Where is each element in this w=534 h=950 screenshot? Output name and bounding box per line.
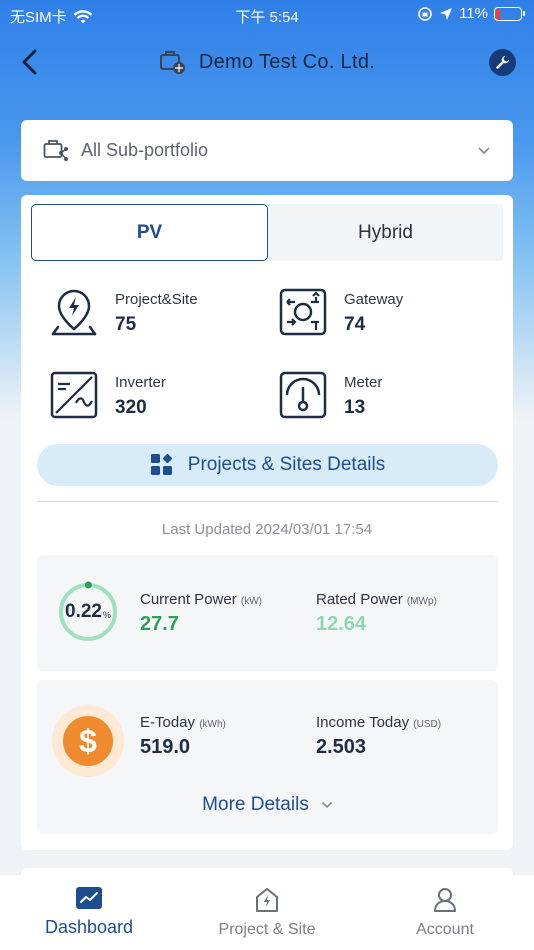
tab-hybrid[interactable]: Hybrid [268,204,503,261]
stat-project-site[interactable]: Project&Site 75 [49,287,198,337]
dashboard-icon [76,887,102,909]
projects-sites-details-label: Projects & Sites Details [187,454,386,475]
page-title: Demo Test Co. Ltd. [198,50,376,73]
bottom-nav: Dashboard Project & Site Account [0,875,534,950]
stat-meter[interactable]: Meter 13 [278,370,382,420]
nav-account-label: Account [416,921,474,938]
type-tabs: PV Hybrid [31,204,503,261]
settings-button[interactable] [489,49,516,76]
nav-dashboard-label: Dashboard [44,917,134,937]
tab-pv[interactable]: PV [31,204,268,261]
current-power-value: 27.7 [140,613,179,635]
wrench-icon [496,55,510,69]
inverter-icon [50,371,98,419]
income-badge: $ [52,705,124,777]
stat-inverter-value: 320 [115,397,147,418]
nav-project-site-label: Project & Site [218,921,316,938]
income-today-value: 2.503 [316,736,367,758]
power-ratio-unit: % [102,610,111,620]
project-site-nav-icon [256,888,278,912]
gateway-icon [279,288,327,336]
status-bar: 无SIM卡 下午 5:54 11% [0,0,534,30]
rated-power-label: Rated Power [316,591,403,608]
e-today-value: 519.0 [140,736,191,758]
stat-project-site-name: Project&Site [115,291,198,308]
nav-dashboard[interactable]: Dashboard [0,875,178,950]
dollar-icon: $ [63,716,113,766]
stat-meter-name: Meter [344,374,383,391]
stat-gateway[interactable]: Gateway 74 [278,287,403,337]
income-today-label: Income Today [316,714,410,731]
power-ratio-text: 0.22% [57,581,119,643]
battery-icon [494,6,525,21]
stat-inverter[interactable]: Inverter 320 [49,370,166,420]
e-today-label: E-Today [140,714,196,731]
chevron-down-icon [321,801,332,809]
project-site-icon [51,289,97,336]
stat-meter-value: 13 [344,397,366,418]
orientation-lock-icon [418,6,432,21]
divider [37,501,498,502]
stat-gateway-name: Gateway [344,291,404,308]
stat-project-site-value: 75 [115,314,137,335]
power-panel: 0.22% Current Power (kW) 27.7 Rated Powe… [37,555,498,671]
income-today-metric: Income Today (USD) 2.503 [316,714,441,759]
rated-power-metric: Rated Power (MWp) 12.64 [316,591,437,636]
chevron-down-icon [478,146,490,154]
income-today-unit: (USD) [413,719,442,730]
nav-account[interactable]: Account [356,875,534,950]
sub-portfolio-icon [43,139,68,161]
power-ratio-value: 0.22 [65,601,102,622]
rated-power-unit: (MWp) [406,596,437,607]
stat-gateway-value: 74 [344,314,366,335]
header: Demo Test Co. Ltd. [0,40,534,84]
more-details-button[interactable]: More Details [37,794,498,816]
overview-card: PV Hybrid Project&Site 75 Gateway 74 Inv… [21,195,513,850]
battery-percent: 11% [459,5,488,22]
sub-portfolio-label: All Sub-portfolio [81,140,209,160]
projects-sites-details-button[interactable]: Projects & Sites Details [37,444,498,486]
meter-icon [279,371,327,419]
e-today-unit: (kWh) [199,719,226,730]
current-power-metric: Current Power (kW) 27.7 [140,591,262,636]
last-updated: Last Updated 2024/03/01 17:54 [161,521,373,538]
energy-panel: $ E-Today (kWh) 519.0 Income Today (USD)… [37,680,498,834]
more-details-label: More Details [202,794,309,815]
location-icon [440,7,453,20]
portfolio-icon [159,51,185,74]
sub-portfolio-select[interactable]: All Sub-portfolio [21,120,513,181]
stat-inverter-name: Inverter [115,374,166,391]
grid-icon [150,453,172,475]
rated-power-value: 12.64 [316,613,367,635]
account-icon [434,888,456,912]
e-today-metric: E-Today (kWh) 519.0 [140,714,226,759]
nav-project-site[interactable]: Project & Site [178,875,356,950]
current-power-label: Current Power [140,591,237,608]
current-power-unit: (kW) [240,596,262,607]
